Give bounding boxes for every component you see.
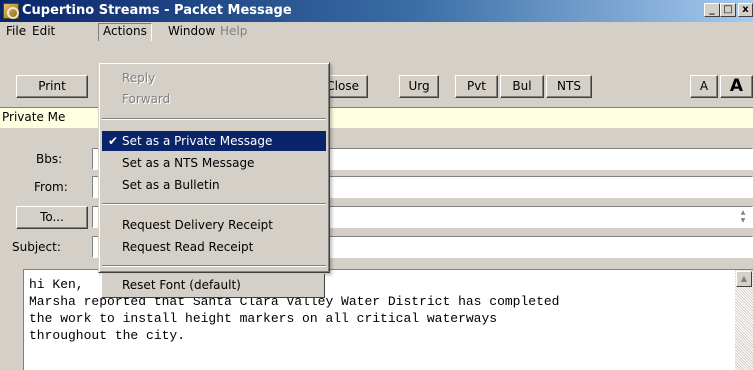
menu-separator bbox=[102, 203, 326, 205]
menu-window[interactable]: Window bbox=[164, 24, 219, 40]
nts-button[interactable]: NTS bbox=[546, 75, 592, 98]
menu-forward[interactable]: Forward bbox=[102, 89, 326, 109]
menu-request-delivery-receipt[interactable]: Request Delivery Receipt bbox=[102, 215, 326, 235]
menu-set-bulletin[interactable]: Set as a Bulletin bbox=[102, 175, 326, 195]
window-title: Cupertino Streams - Packet Message bbox=[22, 3, 292, 18]
font-smaller-button[interactable]: A bbox=[690, 75, 718, 98]
bulletin-button[interactable]: Bul bbox=[500, 75, 544, 98]
app-icon bbox=[3, 3, 19, 19]
private-button[interactable]: Pvt bbox=[455, 75, 498, 98]
to-button[interactable]: To... bbox=[16, 206, 88, 229]
spin-up-icon[interactable]: ▲ bbox=[736, 209, 750, 217]
menu-bar: File Edit Actions Window Help bbox=[0, 22, 753, 42]
menu-help[interactable]: Help bbox=[216, 24, 251, 40]
menu-reset-font[interactable]: Reset Font (default) bbox=[101, 274, 325, 298]
print-button[interactable]: Print bbox=[16, 75, 88, 98]
checkmark-icon: ✔ bbox=[108, 134, 119, 148]
vertical-scrollbar[interactable]: ▲ bbox=[735, 270, 753, 370]
menu-set-private[interactable]: ✔ Set as a Private Message bbox=[102, 131, 326, 151]
maximize-button[interactable]: □ bbox=[720, 3, 736, 17]
spin-down-icon[interactable]: ▼ bbox=[736, 217, 750, 225]
menu-separator bbox=[102, 265, 326, 267]
subject-label: Subject: bbox=[12, 240, 61, 254]
banner-text: Private Me bbox=[2, 110, 66, 124]
scroll-up-icon[interactable]: ▲ bbox=[736, 271, 752, 287]
title-bar[interactable]: Cupertino Streams - Packet Message _ □ x bbox=[0, 0, 753, 22]
from-label: From: bbox=[34, 180, 68, 194]
menu-request-read-receipt[interactable]: Request Read Receipt bbox=[102, 237, 326, 257]
menu-edit[interactable]: Edit bbox=[28, 24, 59, 40]
minimize-button[interactable]: _ bbox=[704, 3, 720, 17]
menu-set-private-label: Set as a Private Message bbox=[122, 134, 273, 148]
to-spinner[interactable]: ▲ ▼ bbox=[736, 209, 750, 225]
menu-set-nts[interactable]: Set as a NTS Message bbox=[102, 153, 326, 173]
urgent-button[interactable]: Urg bbox=[399, 75, 439, 98]
menu-separator bbox=[102, 118, 326, 120]
bbs-label: Bbs: bbox=[36, 152, 63, 166]
close-window-button[interactable]: x bbox=[738, 3, 753, 17]
font-larger-button[interactable]: A bbox=[720, 75, 753, 98]
menu-reply[interactable]: Reply bbox=[102, 68, 326, 88]
actions-dropdown-menu: Reply Forward ✔ Set as a Private Message… bbox=[98, 62, 330, 273]
menu-file[interactable]: File bbox=[2, 24, 30, 40]
menu-actions[interactable]: Actions bbox=[98, 23, 152, 42]
